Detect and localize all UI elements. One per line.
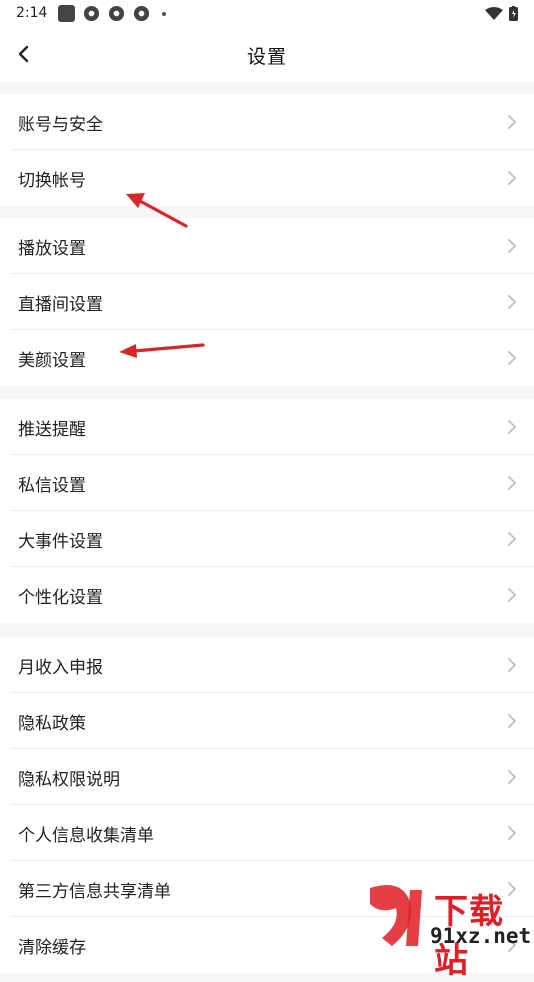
site-watermark: 下载站 91xz.net <box>362 880 534 981</box>
settings-item-label: 大事件设置 <box>18 532 103 552</box>
notification-icons <box>58 5 166 22</box>
app-ring-icon <box>108 5 125 22</box>
watermark-url: 91xz.net <box>430 924 532 948</box>
notification-settings-group: 推送提醒 私信设置 大事件设置 个性化设置 <box>0 399 534 623</box>
settings-item-playback[interactable]: 播放设置 <box>0 218 534 274</box>
status-bar: 2:14 <box>0 0 534 28</box>
page-title: 设置 <box>246 46 287 68</box>
app-ring-icon <box>133 5 150 22</box>
playback-settings-group: 播放设置 直播间设置 美颜设置 <box>0 218 534 386</box>
chevron-right-icon <box>508 115 516 129</box>
settings-item-label: 美颜设置 <box>18 351 86 371</box>
chevron-right-icon <box>508 420 516 434</box>
chevron-right-icon <box>508 351 516 365</box>
settings-item-beauty[interactable]: 美颜设置 <box>0 330 534 386</box>
settings-item-label: 第三方信息共享清单 <box>18 882 171 902</box>
settings-item-income-declaration[interactable]: 月收入申报 <box>0 637 534 693</box>
settings-item-label: 个性化设置 <box>18 588 103 608</box>
settings-item-label: 月收入申报 <box>18 658 103 678</box>
chevron-right-icon <box>508 826 516 840</box>
settings-item-push[interactable]: 推送提醒 <box>0 399 534 455</box>
app-notification-icon <box>58 5 75 22</box>
settings-item-label: 切换帐号 <box>18 171 86 191</box>
settings-item-label: 推送提醒 <box>18 420 86 440</box>
settings-item-permissions[interactable]: 隐私权限说明 <box>0 749 534 805</box>
settings-item-live-room[interactable]: 直播间设置 <box>0 274 534 330</box>
settings-item-label: 账号与安全 <box>18 115 103 135</box>
chevron-right-icon <box>508 770 516 784</box>
chevron-right-icon <box>508 658 516 672</box>
settings-item-account-security[interactable]: 账号与安全 <box>0 94 534 150</box>
wifi-icon <box>485 6 503 20</box>
settings-item-label: 清除缓存 <box>18 938 86 958</box>
chevron-right-icon <box>508 239 516 253</box>
settings-item-privacy-policy[interactable]: 隐私政策 <box>0 693 534 749</box>
chevron-right-icon <box>508 295 516 309</box>
settings-item-personalization[interactable]: 个性化设置 <box>0 567 534 623</box>
chevron-right-icon <box>508 476 516 490</box>
settings-item-label: 直播间设置 <box>18 295 103 315</box>
settings-item-label: 私信设置 <box>18 476 86 496</box>
settings-item-private-message[interactable]: 私信设置 <box>0 455 534 511</box>
settings-item-label: 隐私政策 <box>18 714 86 734</box>
status-time: 2:14 <box>16 5 48 21</box>
system-icons <box>485 6 518 21</box>
settings-item-major-events[interactable]: 大事件设置 <box>0 511 534 567</box>
settings-item-label: 隐私权限说明 <box>18 770 120 790</box>
chevron-right-icon <box>508 532 516 546</box>
app-ring-icon <box>83 5 100 22</box>
account-settings-group: 账号与安全 切换帐号 <box>0 94 534 206</box>
more-notifications-icon <box>162 11 166 16</box>
settings-item-personal-info-list[interactable]: 个人信息收集清单 <box>0 805 534 861</box>
battery-icon <box>509 6 518 21</box>
settings-item-label: 个人信息收集清单 <box>18 826 154 846</box>
chevron-right-icon <box>508 588 516 602</box>
watermark-logo-icon <box>370 885 422 946</box>
chevron-right-icon <box>508 171 516 185</box>
chevron-right-icon <box>508 714 516 728</box>
settings-item-switch-account[interactable]: 切换帐号 <box>0 150 534 206</box>
navigation-bar: 设置 <box>0 28 534 82</box>
settings-item-label: 播放设置 <box>18 239 86 259</box>
